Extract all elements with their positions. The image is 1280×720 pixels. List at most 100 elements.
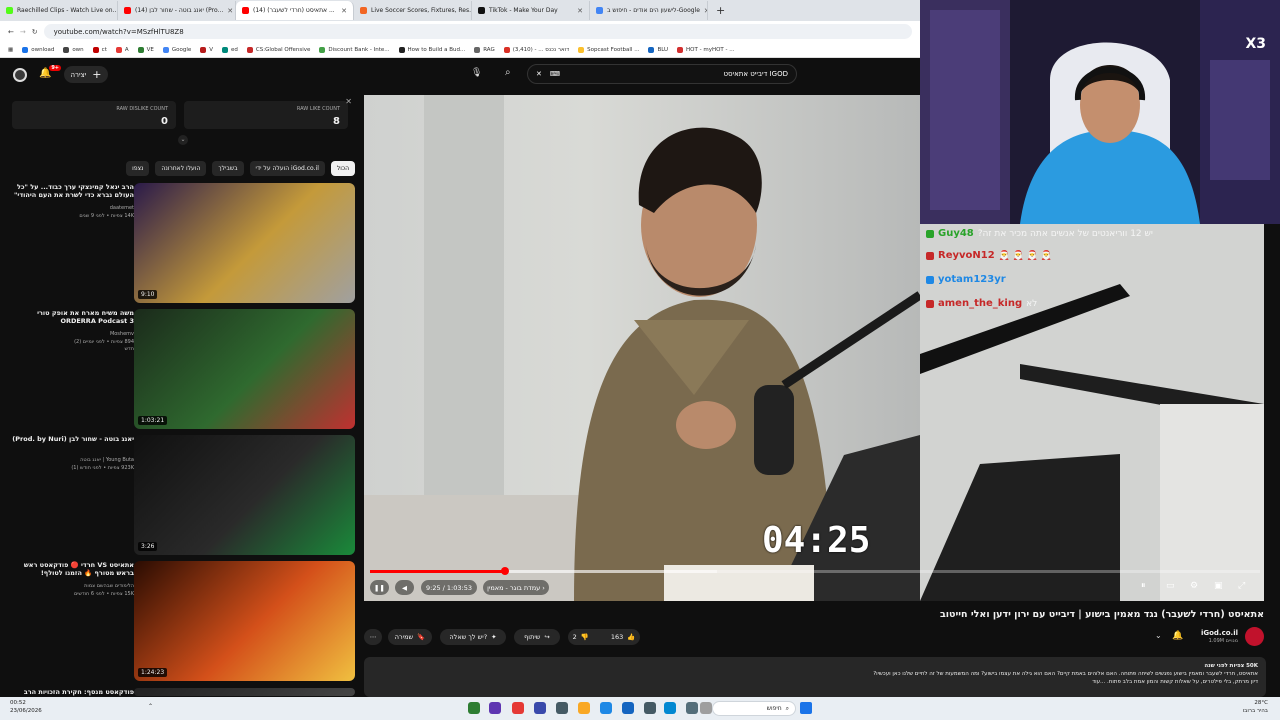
recommendation-title[interactable]: יאנג בוטה - שחור לבן (Prod. by Nuri) [8,435,134,443]
keyboard-icon[interactable]: ⌨ [550,70,560,78]
forward-icon[interactable]: → [20,28,26,36]
browser-tab[interactable]: (14) אתאיסט (חרדי לשעבר) ... ✕ [236,1,354,20]
notes-icon[interactable] [686,702,698,714]
bookmark-item[interactable]: Discount Bank - Inte... [319,46,390,53]
filter-chip[interactable]: נצפו [126,161,150,176]
fullscreen-icon[interactable]: ⤢ [1238,581,1245,591]
bookmark-item[interactable]: (3,410) - ... דואר נכנס [503,46,569,53]
recommendation-thumbnail[interactable]: 1:24:23 [134,561,355,681]
save-button[interactable]: שמירה 🔖 [388,629,432,645]
recommendation-channel[interactable]: Moshemv [8,331,134,339]
browser-tab[interactable]: (14) יאנג בוטה - שחור לבן (Pro... ✕ [118,1,236,20]
filter-chip[interactable]: הועלו לאחרונה [155,161,207,176]
recommendation-title[interactable]: משה משיח מארח את אופק טורי ORDERRA Podca… [8,309,134,326]
taskbar-clock[interactable]: 00:52 23/06/2026 [10,700,42,715]
bookmark-item[interactable]: ed [222,46,238,53]
close-icon[interactable]: ✕ [345,97,352,106]
store-icon[interactable] [600,702,612,714]
more-actions-button[interactable]: ⋯ [364,629,382,645]
recommendation-title[interactable]: הרב יגאל קמינצקי ערך כבוד... על "כל העול… [8,183,134,200]
recommendation-channel[interactable]: daatemet [8,205,134,213]
url-input[interactable]: youtube.com/watch?v=MSzfHlTU8Z8 [43,24,912,39]
new-tab-icon[interactable]: + [708,4,733,17]
game-icon[interactable] [556,702,568,714]
recommendation-thumbnail[interactable]: 1:03:21 [134,309,355,429]
recommendation-title[interactable]: אתאיסט VS חרדי 🔴 פודקאסט ראש בראש מטורף … [8,561,134,578]
bookmark-item[interactable]: A [115,46,129,53]
recommendation-thumbnail[interactable]: 9:10 [134,183,355,303]
like-icon[interactable]: 👍 [627,633,635,641]
bookmark-item[interactable]: HOT - myHOT - ... [677,46,735,53]
channel-name[interactable]: iGod.co.il [1201,629,1238,637]
subscribe-menu-chevron-icon[interactable]: ⌄ [1155,631,1162,640]
account-avatar-icon[interactable] [13,68,27,82]
recommendation-thumbnail[interactable] [134,688,355,696]
share-button[interactable]: שיתוף ↪ [514,629,560,645]
bookmark-item[interactable]: V [200,46,213,53]
plus-icon: + [92,68,102,81]
microphone-icon[interactable]: 🎙 [471,68,484,81]
close-tab-icon[interactable]: ✕ [577,7,583,15]
explorer-icon[interactable] [578,702,590,714]
search-icon[interactable]: ⌕ [505,67,511,78]
vscode-icon[interactable] [622,702,634,714]
bookmark-item[interactable]: own [63,46,84,53]
widget-icon[interactable] [700,702,712,714]
apps-grid-icon[interactable]: ▦ [8,47,13,53]
settings-gear-icon[interactable]: ⚙ [1190,581,1198,591]
media-icon[interactable] [489,702,501,714]
channel-avatar[interactable] [1245,627,1264,646]
chrome-icon[interactable] [512,702,524,714]
ask-button[interactable]: יש לך שאלה? ✦ [440,629,506,645]
close-tab-icon[interactable]: ✕ [341,7,347,15]
pause-button[interactable]: ❚❚ [370,580,389,595]
autoplay-toggle-icon[interactable]: ⏸ [1141,581,1146,591]
edge-icon[interactable] [664,702,676,714]
recommendation-channel[interactable]: Young Buta | יאנג בוטה [8,457,134,465]
terminal-icon[interactable] [644,702,656,714]
reload-icon[interactable]: ↻ [32,28,38,36]
taskbar-search[interactable]: חיפוש ⌕ [712,701,796,716]
progress-bar[interactable] [370,567,1260,575]
bookmark-item[interactable]: CS:Global Offensive [246,46,310,53]
filter-chip[interactable]: בשבילך [212,161,244,176]
weather-widget[interactable]: 28°C בהיר ברובו [1243,700,1268,715]
clear-search-icon[interactable]: ✕ [536,70,542,78]
search-input[interactable]: ✕ ⌨ IGOD דיבייט אתאיסט [527,64,797,84]
back-icon[interactable]: ← [8,28,14,36]
create-button[interactable]: יצירה + [64,66,108,83]
tray-chevron-icon[interactable]: ⌃ [148,703,153,710]
bookmark-item[interactable]: How to Build a Bud... [398,46,465,53]
bookmark-favicon-icon [319,46,326,53]
notifications-icon[interactable]: 🔔 9+ [39,65,61,82]
chapter-button[interactable]: עמדת בוגר - מאמין › [483,580,549,595]
browser-tab[interactable]: Raechilled Clips - Watch Live on...✕ [0,1,118,20]
bookmark-item[interactable]: ct [92,46,107,53]
bookmark-item[interactable]: Google [162,46,191,53]
dislike-icon[interactable]: 👎 [581,633,589,641]
video-description[interactable]: 50K צפיות לפני שנה אתאיסט, חרדי לשעבר ומ… [364,657,1266,697]
bookmark-item[interactable]: VE [137,46,154,53]
taskview-icon[interactable] [468,702,480,714]
subtitles-icon[interactable]: ▭ [1166,581,1175,591]
close-tab-icon[interactable]: ✕ [227,7,233,15]
bookmark-item[interactable]: Sopcast Football ... [578,46,639,53]
discord-icon[interactable] [534,702,546,714]
bell-icon[interactable]: 🔔 [1172,631,1183,641]
browser-tab[interactable]: Live Soccer Scores, Fixtures, Res...✕ [354,1,472,20]
chevron-down-icon[interactable]: ⌄ [178,135,188,145]
chat-badge-icon [926,229,934,238]
recommendation-channel[interactable]: הלימודים שבהשם צמות [8,583,134,591]
volume-button[interactable]: ◀ [395,580,414,595]
browser-tab[interactable]: לישעון הים אודים - חיפוש ב-Google✕ [590,1,708,20]
browser-tab[interactable]: TikTok - Make Your Day ✕ [472,1,590,20]
channel-info[interactable]: iGod.co.il 1.09M מנויים [1124,627,1264,647]
bookmark-item[interactable]: BLU [648,46,668,53]
miniplayer-icon[interactable]: ▣ [1214,581,1223,591]
bookmark-item[interactable]: RAG [474,46,495,53]
start-button[interactable] [800,702,812,714]
filter-chip[interactable]: הכול [330,161,355,176]
filter-chip[interactable]: הועלה על ידי iGod.co.il [249,161,325,176]
bookmark-item[interactable]: ownload [22,46,54,53]
recommendation-thumbnail[interactable]: 3:26 [134,435,355,555]
